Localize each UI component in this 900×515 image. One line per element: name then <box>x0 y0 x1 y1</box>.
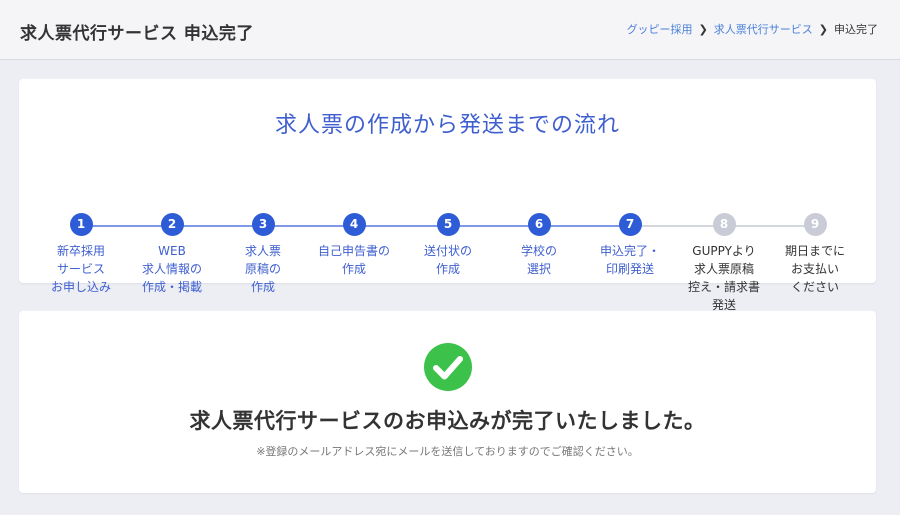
completion-card: 求人票代行サービスのお申込みが完了いたしました。 ※登録のメールアドレス宛にメー… <box>19 311 876 493</box>
step-number: 9 <box>803 213 827 236</box>
chevron-right-icon: ❯ <box>698 22 708 36</box>
step-number: 6 <box>527 213 551 236</box>
step-number: 7 <box>618 213 642 236</box>
step-number: 8 <box>712 213 736 236</box>
step-number: 2 <box>160 213 184 236</box>
breadcrumb-current: 申込完了 <box>834 23 878 36</box>
page-title: 求人票代行サービス 申込完了 <box>20 24 254 44</box>
breadcrumb-link-service[interactable]: 求人票代行サービス <box>714 21 813 37</box>
step-number: 4 <box>342 213 366 236</box>
chevron-right-icon: ❯ <box>818 22 828 36</box>
flow-card: 求人票の作成から発送までの流れ 1 新卒採用 サービス お申し込み 2 WEB … <box>19 79 876 312</box>
check-circle-icon <box>424 343 472 391</box>
step-number: 1 <box>69 213 93 236</box>
step-label: 期日までに お支払い ください <box>784 244 845 294</box>
page-header: 求人票代行サービス 申込完了 グッピー採用 ❯ 求人票代行サービス ❯ 申込完了 <box>0 0 900 60</box>
breadcrumb: グッピー採用 ❯ 求人票代行サービス ❯ 申込完了 <box>627 21 878 37</box>
completion-message: 求人票代行サービスのお申込みが完了いたしました。 <box>189 409 706 433</box>
step-9: 9 期日までに お支払い ください <box>760 213 870 296</box>
flow-title: 求人票の作成から発送までの流れ <box>274 113 620 138</box>
step-number: 3 <box>251 213 275 236</box>
breadcrumb-link-guppy[interactable]: グッピー採用 <box>627 21 693 37</box>
completion-note: ※登録のメールアドレス宛にメールを送信しておりますのでご確認ください。 <box>256 445 639 458</box>
step-number: 5 <box>436 213 460 236</box>
